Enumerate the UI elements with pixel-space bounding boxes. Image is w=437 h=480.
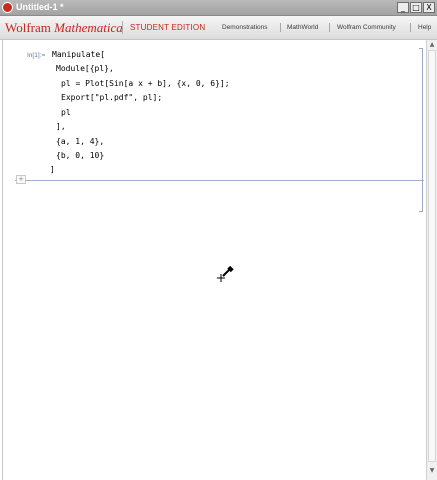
link-mathworld[interactable]: MathWorld	[287, 24, 318, 31]
nav-divider	[410, 23, 411, 32]
code-line[interactable]: {a, 1, 4},	[56, 137, 104, 146]
code-line[interactable]: {b, 0, 10}	[56, 151, 104, 160]
code-line[interactable]: pl	[61, 108, 71, 117]
crosshair-pen-cursor-icon	[217, 265, 235, 288]
cell-bracket[interactable]	[419, 48, 423, 212]
link-help[interactable]: Help	[418, 24, 431, 31]
nav-divider	[329, 23, 330, 32]
logo-mathematica: Mathematica	[54, 20, 123, 35]
code-line[interactable]: ],	[56, 122, 66, 131]
code-line[interactable]: ]	[50, 165, 55, 174]
title-bar: Untitled-1 * _ □ X	[0, 0, 437, 16]
input-cell[interactable]: Manipulate[ Module[{pl}, pl = Plot[Sin[a…	[3, 40, 230, 174]
link-wolfram-community[interactable]: Wolfram Community	[337, 24, 396, 31]
input-cell-label: In[1]:=	[27, 52, 46, 59]
code-line[interactable]: Export["pl.pdf", pl];	[61, 93, 162, 102]
minimize-button[interactable]: _	[397, 2, 409, 13]
link-demonstrations[interactable]: Demonstrations	[222, 24, 268, 31]
code-line[interactable]: Manipulate[	[52, 50, 105, 59]
edition-label: STUDENT EDITION	[130, 23, 206, 32]
cell-insertion-line	[15, 180, 424, 181]
mathematica-app-icon[interactable]	[2, 2, 13, 13]
banner-divider	[122, 21, 123, 34]
scroll-thumb[interactable]	[428, 50, 436, 462]
notebook-area[interactable]: In[1]:= Manipulate[ Module[{pl}, pl = Pl…	[2, 40, 427, 480]
code-line[interactable]: pl = Plot[Sin[a x + b], {x, 0, 6}];	[61, 79, 230, 88]
logo-wolfram: Wolfram	[5, 20, 51, 35]
add-cell-button[interactable]: +	[16, 175, 26, 184]
scroll-up-arrow-icon[interactable]: ▲	[427, 40, 437, 50]
wolfram-banner: Wolfram Mathematica STUDENT EDITION Demo…	[0, 16, 437, 40]
nav-divider	[280, 23, 281, 32]
maximize-button[interactable]: □	[410, 2, 422, 13]
vertical-scrollbar[interactable]: ▲ ▼	[426, 40, 437, 480]
wolfram-mathematica-logo[interactable]: Wolfram Mathematica	[5, 20, 123, 36]
scroll-down-arrow-icon[interactable]: ▼	[427, 466, 437, 476]
code-line[interactable]: Module[{pl},	[56, 64, 114, 73]
window-title: Untitled-1 *	[16, 2, 64, 12]
window-controls: _ □ X	[397, 2, 435, 13]
close-button[interactable]: X	[423, 2, 435, 13]
